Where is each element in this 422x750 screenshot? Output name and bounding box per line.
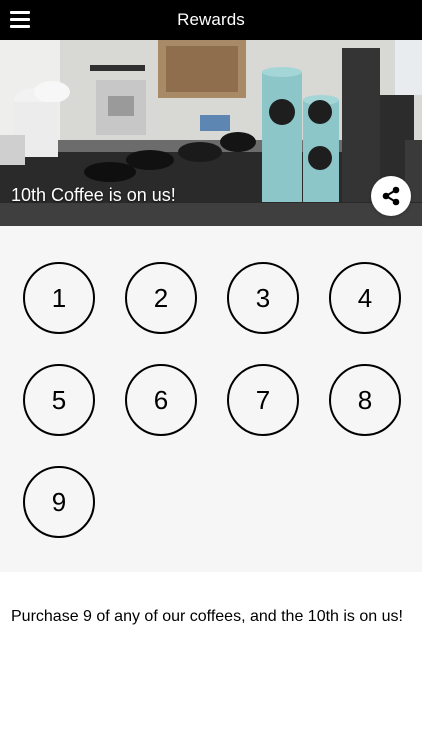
stamp-9[interactable]: 9 — [23, 466, 95, 538]
stamp-5[interactable]: 5 — [23, 364, 95, 436]
stamp-8[interactable]: 8 — [329, 364, 401, 436]
hero-banner: 10th Coffee is on us! — [0, 40, 422, 226]
stamp-4[interactable]: 4 — [329, 262, 401, 334]
page-title: Rewards — [177, 10, 245, 29]
top-bar: Rewards — [0, 0, 422, 40]
stamp-1[interactable]: 1 — [23, 262, 95, 334]
stamp-7[interactable]: 7 — [227, 364, 299, 436]
reward-description: Purchase 9 of any of our coffees, and th… — [11, 608, 403, 625]
stamp-6[interactable]: 6 — [125, 364, 197, 436]
stamp-2[interactable]: 2 — [125, 262, 197, 334]
stamp-3[interactable]: 3 — [227, 262, 299, 334]
share-icon — [382, 186, 400, 206]
hero-caption: 10th Coffee is on us! — [11, 185, 176, 205]
share-button[interactable] — [371, 176, 411, 216]
stamp-card: 1 2 3 4 5 6 7 8 9 — [0, 226, 422, 572]
